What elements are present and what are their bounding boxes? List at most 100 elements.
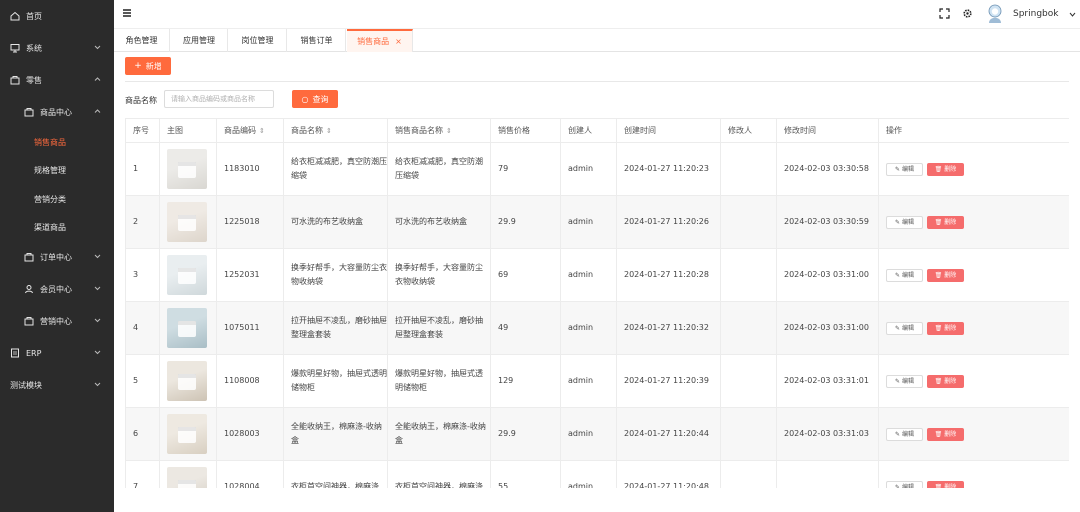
cell-actions: ✎ 编辑 🗑 删除 xyxy=(878,407,1069,461)
tab-role-management[interactable]: 角色管理 xyxy=(114,29,170,52)
store-icon xyxy=(24,252,34,262)
cell-modifier xyxy=(720,142,777,196)
sidebar-item-marketing-category[interactable]: 营销分类 xyxy=(0,188,114,210)
delete-button[interactable]: 🗑 删除 xyxy=(927,163,964,177)
cell-product-name: 全能收纳王，棉麻涤-收纳盒 xyxy=(283,407,388,461)
sidebar-item-test-module[interactable]: 测试模块 xyxy=(0,374,114,396)
cell-image xyxy=(159,301,217,355)
cell-created-time: 2024-01-27 11:20:32 xyxy=(616,301,721,355)
product-thumbnail[interactable] xyxy=(167,467,207,488)
edit-button[interactable]: ✎ 编辑 xyxy=(886,269,923,283)
sidebar-item-label: 测试模块 xyxy=(10,380,42,390)
chevron-up-icon xyxy=(93,75,102,84)
sort-icon[interactable]: ⇕ xyxy=(326,127,332,135)
product-thumbnail[interactable] xyxy=(167,202,207,242)
edit-label: 编辑 xyxy=(902,483,915,488)
avatar[interactable] xyxy=(986,4,1004,24)
cell-modifier xyxy=(720,248,777,302)
close-icon[interactable]: × xyxy=(395,37,402,46)
edit-button[interactable]: ✎ 编辑 xyxy=(886,428,923,442)
product-thumbnail[interactable] xyxy=(167,361,207,401)
product-thumbnail[interactable] xyxy=(167,149,207,189)
edit-button[interactable]: ✎ 编辑 xyxy=(886,216,923,230)
sidebar-item-channel-products[interactable]: 渠道商品 xyxy=(0,216,114,238)
cell-sale-product-name: 爆款明星好物，抽屉式透明储物柜 xyxy=(387,354,491,408)
chevron-down-icon xyxy=(93,252,102,261)
edit-button[interactable]: ✎ 编辑 xyxy=(886,322,923,336)
tab-sale-products[interactable]: 销售商品 × xyxy=(347,29,413,52)
delete-button[interactable]: 🗑 删除 xyxy=(927,322,964,336)
delete-button[interactable]: 🗑 删除 xyxy=(927,375,964,389)
edit-label: 编辑 xyxy=(902,218,915,226)
edit-button[interactable]: ✎ 编辑 xyxy=(886,163,923,177)
sort-icon[interactable]: ⇕ xyxy=(446,127,452,135)
chevron-down-icon[interactable] xyxy=(1069,11,1076,18)
sidebar-item-sale-products[interactable]: 销售商品 xyxy=(0,131,114,153)
cell-creator: admin xyxy=(560,195,617,249)
tab-app-management[interactable]: 应用管理 xyxy=(171,29,228,52)
cell-sale-product-name: 全能收纳王，棉麻涤-收纳盒 xyxy=(387,407,491,461)
col-header-label: 商品名称 xyxy=(291,126,323,135)
cell-sale-product-name: 换季好帮手，大容量防尘衣物收纳袋 xyxy=(387,248,491,302)
delete-button[interactable]: 🗑 删除 xyxy=(927,481,964,488)
username[interactable]: Springbok xyxy=(1013,9,1058,19)
search-input[interactable] xyxy=(164,90,274,108)
col-header-sortable[interactable]: 销售商品名称 ⇕ xyxy=(387,118,491,143)
cell-product-code: 1225018 xyxy=(216,195,284,249)
store-icon xyxy=(10,75,20,85)
product-table: 序号 主图 商品编码 ⇕ 商品名称 ⇕ 销售商品名称 ⇕ 销售价格 创建人 创建时间 … xyxy=(125,118,1069,488)
cell-product-name: 给衣柜减减肥，真空防潮压缩袋 xyxy=(283,142,388,196)
sidebar-item-order-center[interactable]: 订单中心 xyxy=(0,246,114,268)
cell-product-code: 1028004 xyxy=(216,460,284,488)
product-thumbnail[interactable] xyxy=(167,255,207,295)
col-header-sortable[interactable]: 商品编码 ⇕ xyxy=(216,118,284,143)
col-header: 创建时间 xyxy=(616,118,721,143)
sort-icon[interactable]: ⇕ xyxy=(259,127,265,135)
trash-icon: 🗑 xyxy=(934,218,943,226)
chevron-down-icon xyxy=(93,348,102,357)
delete-button[interactable]: 🗑 删除 xyxy=(927,269,964,283)
cell-product-code: 1252031 xyxy=(216,248,284,302)
document-icon xyxy=(10,348,20,358)
edit-button[interactable]: ✎ 编辑 xyxy=(886,375,923,389)
product-thumbnail[interactable] xyxy=(167,414,207,454)
sidebar-item-retail[interactable]: 零售 xyxy=(0,69,114,91)
delete-button[interactable]: 🗑 删除 xyxy=(927,428,964,442)
tab-post-management[interactable]: 岗位管理 xyxy=(229,29,287,52)
edit-icon: ✎ xyxy=(894,430,900,438)
cell-created-time: 2024-01-27 11:20:39 xyxy=(616,354,721,408)
chevron-down-icon xyxy=(93,316,102,325)
sidebar-item-home[interactable]: 首页 xyxy=(0,5,114,27)
sidebar-item-label: 会员中心 xyxy=(40,284,72,294)
sidebar-item-member-center[interactable]: 会员中心 xyxy=(0,278,114,300)
sidebar-item-spec-management[interactable]: 规格管理 xyxy=(0,159,114,181)
product-thumbnail[interactable] xyxy=(167,308,207,348)
delete-button[interactable]: 🗑 删除 xyxy=(927,216,964,230)
cell-image xyxy=(159,142,217,196)
edit-label: 编辑 xyxy=(902,324,915,332)
sidebar-item-marketing-center[interactable]: 营销中心 xyxy=(0,310,114,332)
trash-icon: 🗑 xyxy=(934,430,943,438)
col-header-sortable[interactable]: 商品名称 ⇕ xyxy=(283,118,388,143)
fullscreen-icon[interactable] xyxy=(939,8,950,19)
cell-modified-time: 2024-02-03 03:30:59 xyxy=(776,195,879,249)
cell-price: 55 xyxy=(490,460,561,488)
chevron-down-icon xyxy=(93,284,102,293)
tab-sales-orders[interactable]: 销售订单 xyxy=(288,29,346,52)
search-button[interactable]: ○ 查询 xyxy=(292,90,338,108)
menu-toggle-icon[interactable] xyxy=(122,8,132,18)
settings-gear-icon[interactable] xyxy=(962,8,973,19)
cell-image xyxy=(159,460,217,488)
edit-button[interactable]: ✎ 编辑 xyxy=(886,481,923,488)
sidebar-item-label: 营销分类 xyxy=(34,194,66,204)
sidebar-item-system[interactable]: 系统 xyxy=(0,37,114,59)
chevron-up-icon xyxy=(93,107,102,116)
sidebar-item-product-center[interactable]: 商品中心 xyxy=(0,101,114,123)
cell-actions: ✎ 编辑 🗑 删除 xyxy=(878,460,1069,488)
add-button[interactable]: + 新增 xyxy=(125,57,171,75)
delete-label: 删除 xyxy=(944,483,957,488)
sidebar-item-erp[interactable]: ERP xyxy=(0,342,114,364)
cell-creator: admin xyxy=(560,301,617,355)
cell-index: 5 xyxy=(125,354,160,408)
trash-icon: 🗑 xyxy=(934,271,943,279)
